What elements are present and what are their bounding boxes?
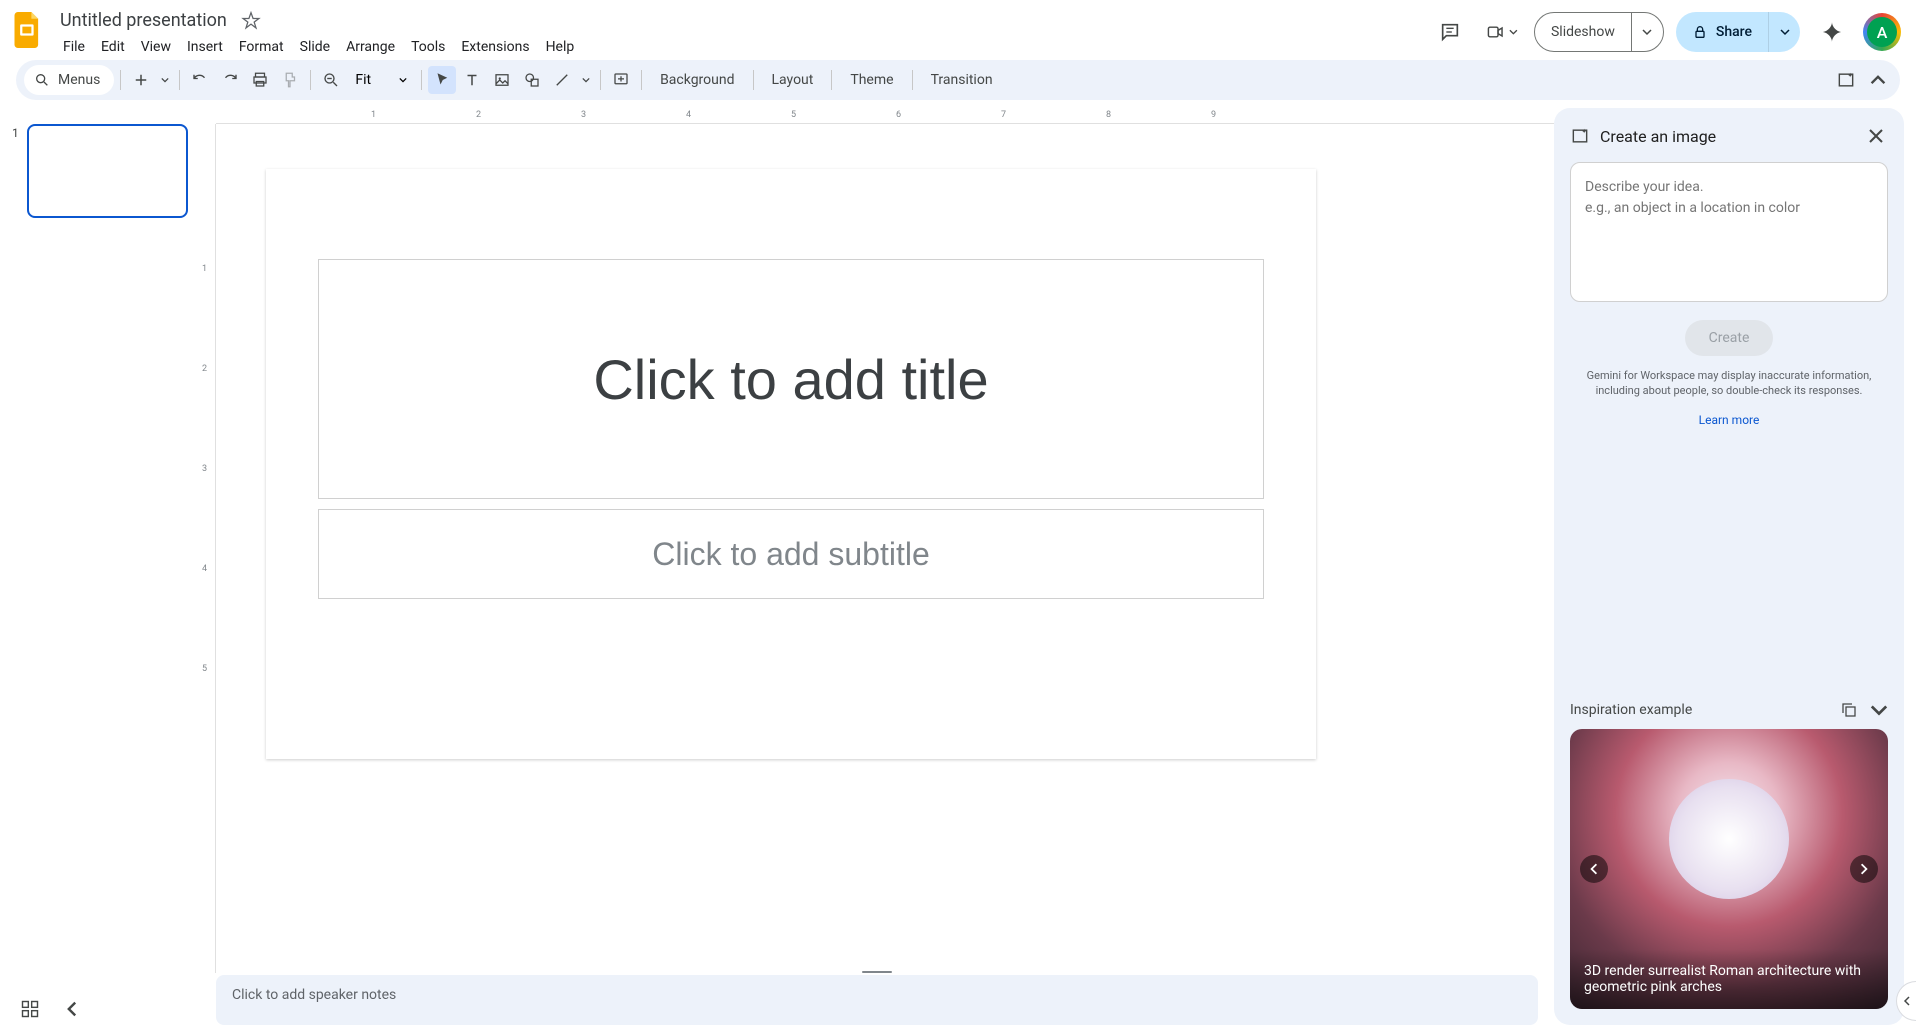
- prompt-textarea[interactable]: [1570, 162, 1888, 302]
- copy-icon[interactable]: [1840, 701, 1858, 719]
- speaker-notes[interactable]: Click to add speaker notes: [216, 975, 1538, 1025]
- share-main[interactable]: Share: [1676, 24, 1768, 40]
- canvas-area: 123456789 12345 Click to add title Click…: [200, 108, 1554, 1033]
- slide-thumb-wrap: 1: [12, 124, 188, 218]
- inspiration-caption: 3D render surrealist Roman architecture …: [1570, 949, 1888, 1009]
- menu-file[interactable]: File: [56, 35, 92, 59]
- search-icon: [34, 72, 50, 88]
- select-tool[interactable]: [428, 66, 456, 94]
- menu-edit[interactable]: Edit: [94, 35, 132, 59]
- slideshow-dropdown[interactable]: [1631, 13, 1663, 51]
- bottom-left-controls: [20, 999, 80, 1019]
- comments-icon[interactable]: [1430, 12, 1470, 52]
- header-right: Slideshow Share A: [1430, 8, 1900, 52]
- separator: [912, 70, 913, 90]
- lock-icon: [1692, 24, 1708, 40]
- separator: [831, 70, 832, 90]
- separator: [120, 70, 121, 90]
- menu-arrange[interactable]: Arrange: [339, 35, 402, 59]
- share-label: Share: [1716, 24, 1752, 40]
- subtitle-placeholder-box[interactable]: Click to add subtitle: [318, 509, 1264, 599]
- separator: [310, 70, 311, 90]
- close-icon[interactable]: [1864, 124, 1888, 148]
- menu-help[interactable]: Help: [539, 35, 582, 59]
- ruler-vertical: 12345: [200, 124, 216, 973]
- slides-logo[interactable]: [8, 10, 48, 50]
- comment-tool[interactable]: [607, 66, 635, 94]
- inspiration-image[interactable]: 3D render surrealist Roman architecture …: [1570, 729, 1888, 1009]
- transition-button[interactable]: Transition: [919, 66, 1005, 94]
- panel-title: Create an image: [1600, 127, 1854, 146]
- create-image-panel: Create an image Create Gemini for Worksp…: [1554, 108, 1904, 1025]
- image-tool[interactable]: [488, 66, 516, 94]
- separator: [753, 70, 754, 90]
- print-button[interactable]: [246, 66, 274, 94]
- toolbar-wrap: Menus Fit: [0, 60, 1916, 108]
- slideshow-button: Slideshow: [1534, 12, 1664, 52]
- inspiration-title: Inspiration example: [1570, 702, 1828, 718]
- paint-format-button[interactable]: [276, 66, 304, 94]
- background-button[interactable]: Background: [648, 66, 746, 94]
- title-placeholder-box[interactable]: Click to add title: [318, 259, 1264, 499]
- ruler-horizontal: 123456789: [216, 108, 1554, 124]
- create-button[interactable]: Create: [1685, 320, 1774, 356]
- new-slide-button[interactable]: [127, 66, 155, 94]
- main-area: 1 123456789 12345 Click to add title Cli…: [0, 108, 1916, 1033]
- menu-slide[interactable]: Slide: [293, 35, 337, 59]
- star-icon[interactable]: [241, 11, 261, 31]
- separator: [600, 70, 601, 90]
- redo-button[interactable]: [216, 66, 244, 94]
- title-area: Untitled presentation File Edit View Ins…: [56, 8, 581, 59]
- learn-more-link[interactable]: Learn more: [1570, 413, 1888, 427]
- separator: [421, 70, 422, 90]
- text-box-tool[interactable]: [458, 66, 486, 94]
- disclaimer-text: Gemini for Workspace may display inaccur…: [1570, 368, 1888, 399]
- collapse-toolbar[interactable]: [1864, 66, 1892, 94]
- app-header: Untitled presentation File Edit View Ins…: [0, 0, 1916, 60]
- toolbar: Menus Fit: [16, 60, 1900, 100]
- chevron-left-icon[interactable]: [64, 1001, 80, 1017]
- title-placeholder-text: Click to add title: [593, 347, 988, 412]
- line-dropdown[interactable]: [578, 66, 594, 94]
- undo-button[interactable]: [186, 66, 214, 94]
- inspiration-prev[interactable]: [1580, 855, 1608, 883]
- share-button: Share: [1676, 12, 1800, 52]
- menu-view[interactable]: View: [134, 35, 178, 59]
- ai-image-tool[interactable]: [1832, 66, 1860, 94]
- menus-label: Menus: [58, 72, 100, 88]
- expand-icon[interactable]: [1870, 701, 1888, 719]
- create-image-icon: [1570, 126, 1590, 146]
- line-tool[interactable]: [548, 66, 576, 94]
- separator: [179, 70, 180, 90]
- meet-icon[interactable]: [1482, 12, 1522, 52]
- slideshow-main[interactable]: Slideshow: [1535, 13, 1631, 51]
- share-dropdown[interactable]: [1768, 12, 1800, 52]
- shape-tool[interactable]: [518, 66, 546, 94]
- subtitle-placeholder-text: Click to add subtitle: [652, 536, 929, 573]
- new-slide-dropdown[interactable]: [157, 66, 173, 94]
- slide-thumbnail[interactable]: [27, 124, 188, 218]
- layout-button[interactable]: Layout: [760, 66, 826, 94]
- slide-canvas[interactable]: Click to add title Click to add subtitle: [266, 169, 1316, 759]
- menus-search[interactable]: Menus: [24, 65, 114, 95]
- filmstrip: 1: [0, 108, 200, 1033]
- account-avatar[interactable]: A: [1864, 14, 1900, 50]
- zoom-out-button[interactable]: [317, 66, 345, 94]
- menu-extensions[interactable]: Extensions: [454, 35, 536, 59]
- inspiration-next[interactable]: [1850, 855, 1878, 883]
- canvas-scroll[interactable]: Click to add title Click to add subtitle: [216, 124, 1554, 969]
- menu-insert[interactable]: Insert: [180, 35, 230, 59]
- menu-tools[interactable]: Tools: [404, 35, 452, 59]
- menu-format[interactable]: Format: [232, 35, 291, 59]
- zoom-select[interactable]: Fit: [347, 72, 415, 88]
- menubar: File Edit View Insert Format Slide Arran…: [56, 35, 581, 59]
- chevron-down-icon: [399, 76, 407, 84]
- gemini-icon[interactable]: [1812, 12, 1852, 52]
- grid-view-icon[interactable]: [20, 999, 40, 1019]
- zoom-value: Fit: [355, 72, 371, 88]
- document-title[interactable]: Untitled presentation: [56, 8, 231, 33]
- slide-number: 1: [12, 124, 19, 218]
- separator: [641, 70, 642, 90]
- theme-button[interactable]: Theme: [838, 66, 905, 94]
